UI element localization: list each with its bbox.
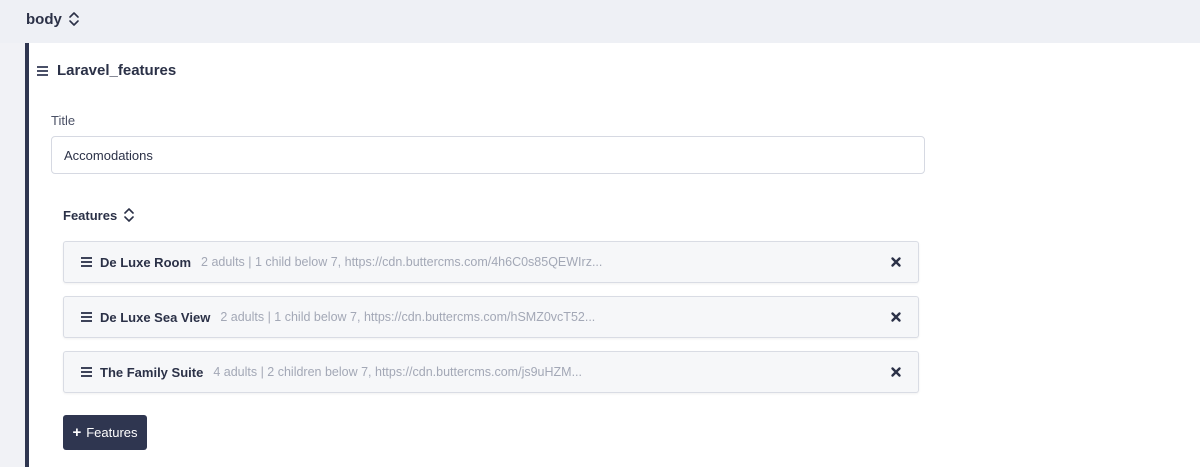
chevron-up-down-icon[interactable] xyxy=(123,206,135,224)
feature-summary: 4 adults | 2 children below 7, https://c… xyxy=(213,365,582,379)
feature-name: De Luxe Sea View xyxy=(100,309,211,325)
add-feature-label: Features xyxy=(86,425,138,440)
features-label: Features xyxy=(63,207,118,223)
title-field-label: Title xyxy=(51,113,76,128)
chevron-up-down-icon[interactable] xyxy=(68,10,80,28)
component-title: Laravel_features xyxy=(57,62,177,79)
close-icon[interactable] xyxy=(889,365,903,379)
feature-item[interactable]: De Luxe Sea View 2 adults | 1 child belo… xyxy=(63,296,919,338)
close-icon[interactable] xyxy=(889,255,903,269)
drag-handle-icon[interactable] xyxy=(81,312,92,322)
feature-summary: 2 adults | 1 child below 7, https://cdn.… xyxy=(220,310,596,324)
top-bar xyxy=(0,0,1200,43)
drag-handle-icon[interactable] xyxy=(37,65,48,76)
component-panel: Laravel_features Title Features De Luxe … xyxy=(25,43,1200,467)
feature-summary: 2 adults | 1 child below 7, https://cdn.… xyxy=(201,255,603,269)
drag-handle-icon[interactable] xyxy=(81,257,92,267)
feature-name: De Luxe Room xyxy=(100,254,192,270)
feature-name: The Family Suite xyxy=(100,364,204,380)
add-feature-button[interactable]: + Features xyxy=(63,415,147,450)
component-header: Laravel_features xyxy=(37,62,176,79)
body-section-label: body xyxy=(26,10,62,28)
plus-icon: + xyxy=(72,424,82,441)
body-section-header[interactable]: body xyxy=(26,10,80,28)
title-input[interactable] xyxy=(51,136,925,174)
features-header[interactable]: Features xyxy=(63,206,135,224)
drag-handle-icon[interactable] xyxy=(81,367,92,377)
feature-item[interactable]: De Luxe Room 2 adults | 1 child below 7,… xyxy=(63,241,919,283)
close-icon[interactable] xyxy=(889,310,903,324)
feature-item[interactable]: The Family Suite 4 adults | 2 children b… xyxy=(63,351,919,393)
